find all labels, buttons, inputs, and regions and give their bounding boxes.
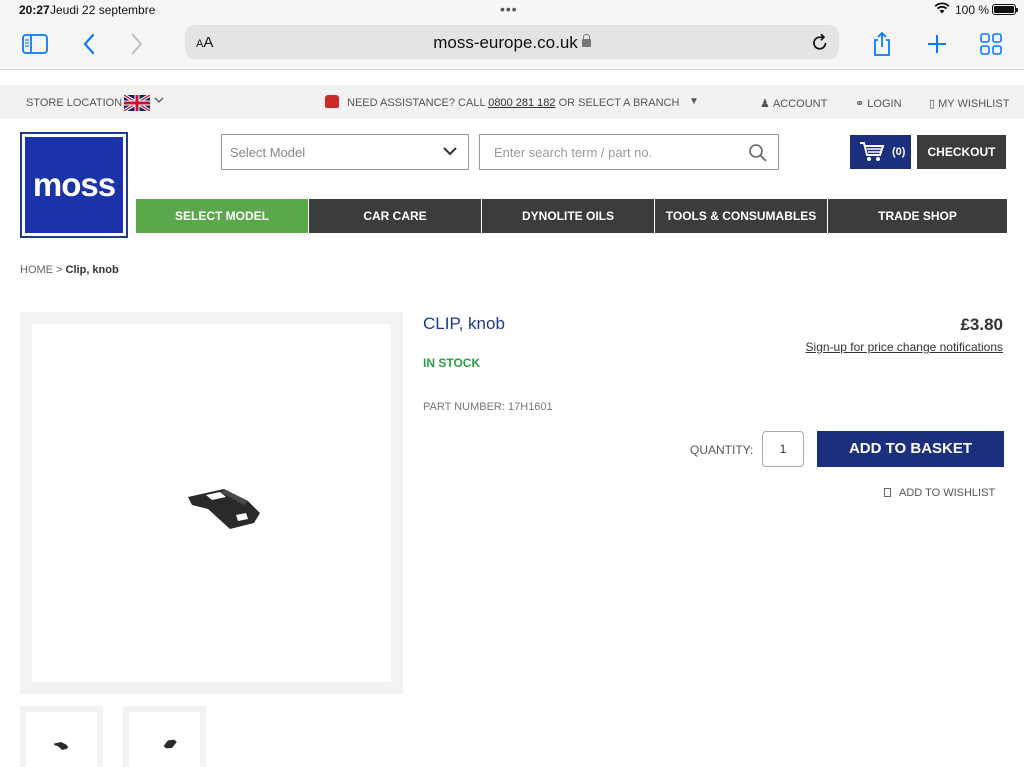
assistance-text: NEED ASSISTANCE? CALL 0800 281 182 OR SE… (347, 97, 680, 109)
search-icon[interactable] (748, 143, 768, 166)
login-link[interactable]: ⚭ LOGIN (855, 97, 902, 110)
quantity-input[interactable]: 1 (762, 431, 804, 467)
breadcrumb-home[interactable]: HOME (20, 264, 53, 276)
status-bar: 20:27 Jeudi 22 septembre ••• 100 % (0, 0, 1024, 20)
add-to-wishlist-link[interactable]: ADD TO WISHLIST (884, 487, 995, 499)
cart-button[interactable]: (0) (850, 135, 911, 169)
checkout-button[interactable]: CHECKOUT (917, 135, 1006, 169)
share-icon[interactable] (867, 29, 897, 59)
forward-icon[interactable] (122, 29, 152, 59)
wifi-icon (934, 2, 950, 17)
product-thumbnail-1[interactable] (20, 706, 103, 767)
multitask-dots-icon[interactable]: ••• (500, 1, 518, 17)
status-time: 20:27 (19, 3, 50, 17)
product-price: £3.80 (960, 315, 1003, 334)
battery-percentage: 100 % (955, 3, 990, 17)
search-input[interactable]: Enter search term / part no. (479, 134, 779, 170)
reload-icon[interactable] (811, 32, 829, 57)
thumbnail-image (163, 739, 177, 749)
chevron-down-icon (442, 145, 458, 160)
sidebar-icon[interactable] (20, 29, 50, 59)
new-tab-icon[interactable] (922, 29, 952, 59)
breadcrumb: HOME > Clip, knob (20, 264, 119, 276)
store-location-label[interactable]: STORE LOCATION (26, 97, 122, 109)
add-to-basket-button[interactable]: ADD TO BASKET (817, 431, 1004, 467)
tabs-overview-icon[interactable] (976, 29, 1006, 59)
back-icon[interactable] (74, 29, 104, 59)
user-icon: ♟ (760, 98, 773, 110)
branch-dropdown-icon[interactable]: ▼ (689, 96, 699, 107)
phone-link[interactable]: 0800 281 182 (488, 97, 555, 109)
thumbnail-image (53, 742, 69, 750)
main-nav: SELECT MODEL CAR CARE DYNOLITE OILS TOOL… (136, 199, 1007, 233)
cart-count: (0) (892, 146, 906, 158)
cart-icon (859, 141, 885, 166)
product-image (188, 489, 260, 529)
nav-dynolite-oils[interactable]: DYNOLITE OILS (482, 199, 654, 233)
nav-tools-consumables[interactable]: TOOLS & CONSUMABLES (655, 199, 827, 233)
nav-select-model[interactable]: SELECT MODEL (136, 199, 308, 233)
breadcrumb-current: Clip, knob (65, 264, 119, 276)
chevron-down-icon[interactable] (154, 95, 164, 107)
browser-toolbar: AA moss-europe.co.uk (0, 20, 1024, 70)
url-text[interactable]: moss-europe.co.uk (185, 33, 839, 53)
bookmark-icon: ▯ (929, 98, 939, 110)
select-model-dropdown[interactable]: Select Model (221, 134, 469, 170)
product-thumbnail-2[interactable] (123, 706, 206, 767)
lock-icon (581, 34, 591, 47)
address-bar[interactable]: AA moss-europe.co.uk (185, 25, 839, 59)
product-title: CLIP, knob (423, 314, 505, 333)
part-number: PART NUMBER: 17H1601 (423, 401, 553, 413)
nav-trade-shop[interactable]: TRADE SHOP (828, 199, 1007, 233)
phone-icon (325, 95, 339, 108)
account-link[interactable]: ♟ ACCOUNT (760, 97, 827, 110)
nav-car-care[interactable]: CAR CARE (309, 199, 481, 233)
utility-bar: STORE LOCATION NEED ASSISTANCE? CALL 080… (0, 85, 1024, 119)
key-icon: ⚭ (855, 98, 868, 110)
uk-flag-icon[interactable] (124, 95, 150, 111)
quantity-label: QUANTITY: (690, 443, 754, 457)
status-date: Jeudi 22 septembre (50, 3, 156, 17)
price-notification-link[interactable]: Sign-up for price change notifications (780, 340, 1003, 354)
battery-icon (992, 4, 1018, 15)
product-image-frame[interactable] (20, 312, 403, 694)
bookmark-icon (884, 488, 891, 497)
moss-logo[interactable]: moss (20, 132, 128, 238)
stock-status: IN STOCK (423, 356, 481, 370)
wishlist-link[interactable]: ▯ MY WISHLIST (929, 97, 1009, 110)
